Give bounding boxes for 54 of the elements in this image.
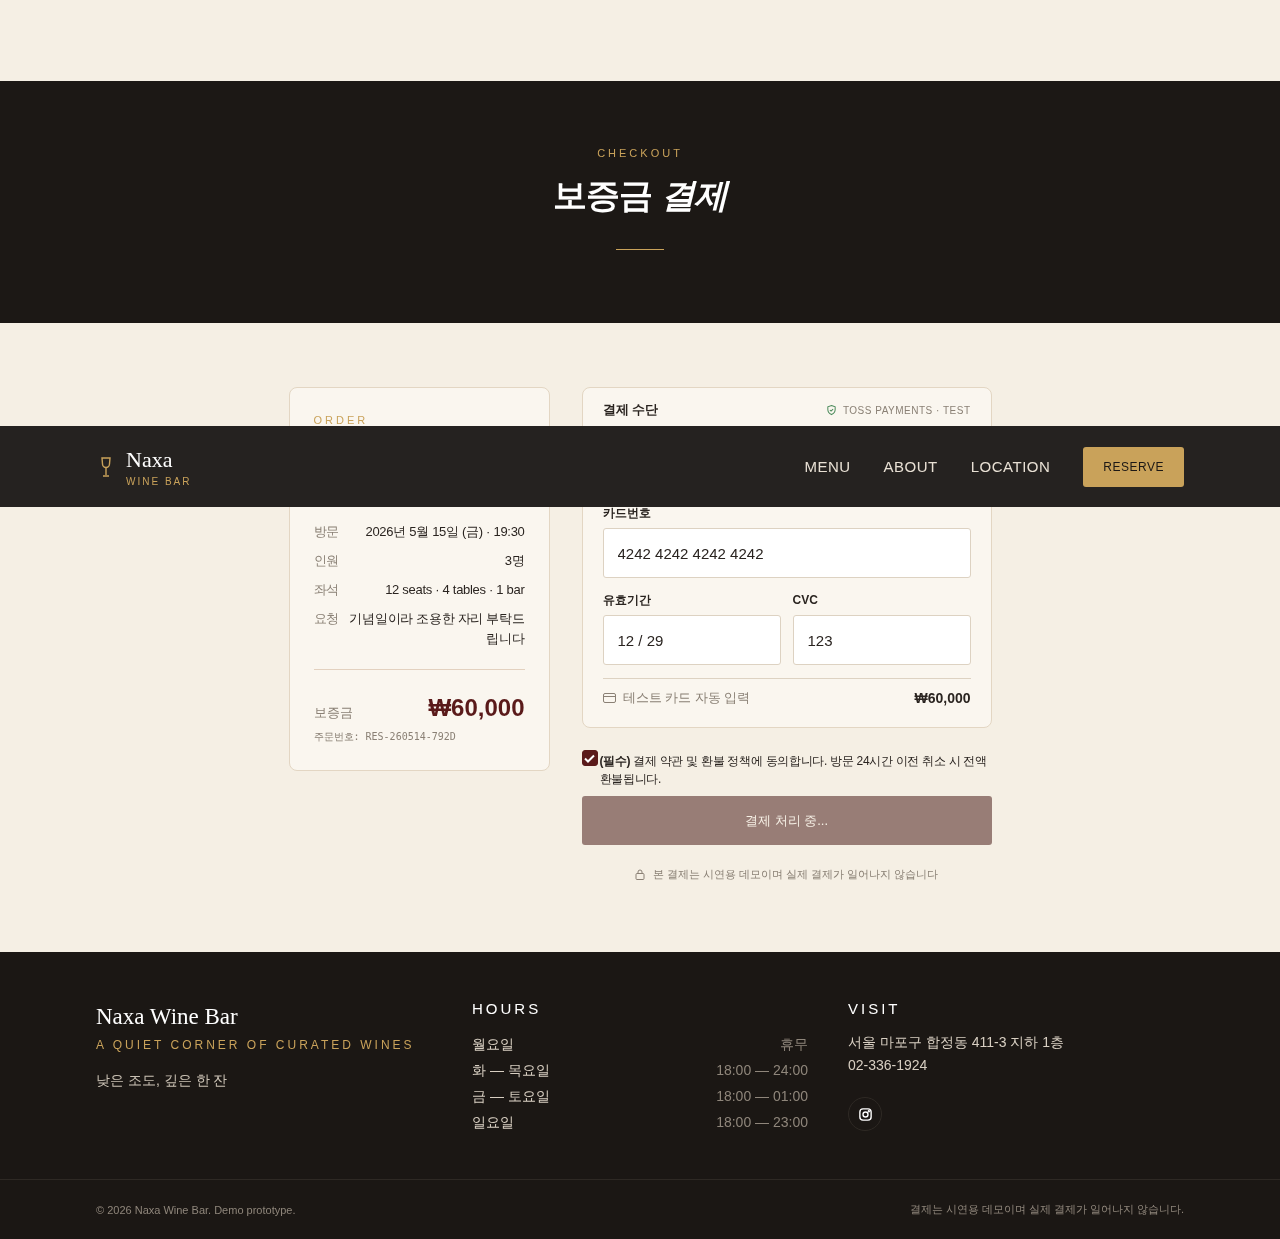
brand-tagline: WINE BAR — [126, 475, 192, 487]
order-field-value: 기념일이라 조용한 자리 부탁드립니다 — [348, 610, 525, 648]
deposit-label: 보증금 — [313, 704, 353, 722]
hero-eyebrow: CHECKOUT — [597, 147, 683, 159]
provider-label: TOSS PAYMENTS · TEST — [825, 404, 971, 416]
order-label: ORDER — [313, 414, 370, 426]
input-field[interactable]: 12 / 29 — [602, 615, 781, 665]
footer-brand: Naxa Wine Bar — [96, 1004, 239, 1030]
nav-link[interactable]: ABOUT — [883, 458, 938, 475]
copyright-text: © 2026 Naxa Wine Bar. Demo prototype. — [96, 1203, 296, 1216]
autofill-button[interactable]: 테스트 카드 자동 입력 — [602, 689, 751, 707]
reserve-button[interactable]: RESERVE — [1083, 446, 1184, 487]
payment-total: ₩60,000 — [914, 690, 971, 706]
lock-icon — [634, 869, 645, 880]
nav-link[interactable]: MENU — [804, 458, 851, 475]
order-field-label: 인원 — [313, 552, 339, 570]
order-field-label: 좌석 — [313, 581, 339, 599]
phone-text: 02-336-1924 — [848, 1056, 929, 1075]
hours-time: 18:00 — 23:00 — [716, 1113, 808, 1132]
field-label: 유효기간 — [602, 592, 652, 608]
order-field-value: 2026년 5월 15일 (금) · 19:30 — [365, 523, 525, 541]
hours-day: 화 — 목요일 — [472, 1057, 550, 1083]
hours-title: HOURS — [472, 1000, 543, 1017]
input-field[interactable]: 123 — [792, 615, 971, 665]
hours-day: 월요일 — [472, 1031, 514, 1057]
camera-icon — [857, 1106, 873, 1122]
order-field-label: 요청 — [313, 610, 339, 628]
footer-tagline: A QUIET CORNER OF CURATED WINES — [96, 1038, 416, 1052]
deposit-amount: ₩60,000 — [428, 694, 525, 722]
field-label: 카드번호 — [602, 505, 652, 521]
order-field-label: 방문 — [313, 523, 339, 541]
agreement-text: (필수) 결제 약관 및 환불 정책에 동의합니다. 방문 24시간 이전 취소 시 전액 환불됩니다. — [599, 753, 988, 788]
hours-day: 일요일 — [472, 1109, 514, 1135]
order-number: 주문번호: RES-260514-792D — [313, 730, 457, 744]
footer-motto: 낮은 조도, 깊은 한 잔 — [96, 1072, 229, 1090]
agree-checkbox[interactable] — [581, 750, 598, 766]
wine-glass-icon — [100, 456, 112, 477]
shield-icon — [825, 404, 837, 416]
card-number-field[interactable]: 4242 4242 4242 4242 — [602, 528, 971, 578]
payment-title: 결제 수단 — [602, 401, 659, 419]
order-field-value: 12 seats · 4 tables · 1 bar — [385, 581, 525, 599]
hours-time: 18:00 — 01:00 — [716, 1087, 808, 1106]
field-label: CVC — [792, 592, 819, 608]
demo-notice: 본 결제는 시연용 데모이며 실제 결제가 일어나지 않습니다 — [652, 867, 939, 882]
footer-disclaimer: 결제는 시연용 데모이며 실제 결제가 일어나지 않습니다. — [909, 1202, 1184, 1217]
visit-title: VISIT — [848, 1000, 902, 1017]
hours-time: 휴무 — [780, 1035, 808, 1054]
card-icon — [602, 693, 616, 703]
order-field-value: 3명 — [504, 552, 525, 570]
brand-name[interactable]: Naxa — [126, 446, 192, 473]
address-text: 서울 마포구 합정동 411-3 지하 1층 — [848, 1033, 1065, 1052]
nav-link[interactable]: LOCATION — [970, 458, 1051, 475]
hours-day: 금 — 토요일 — [472, 1083, 550, 1109]
hours-time: 18:00 — 24:00 — [716, 1061, 808, 1080]
